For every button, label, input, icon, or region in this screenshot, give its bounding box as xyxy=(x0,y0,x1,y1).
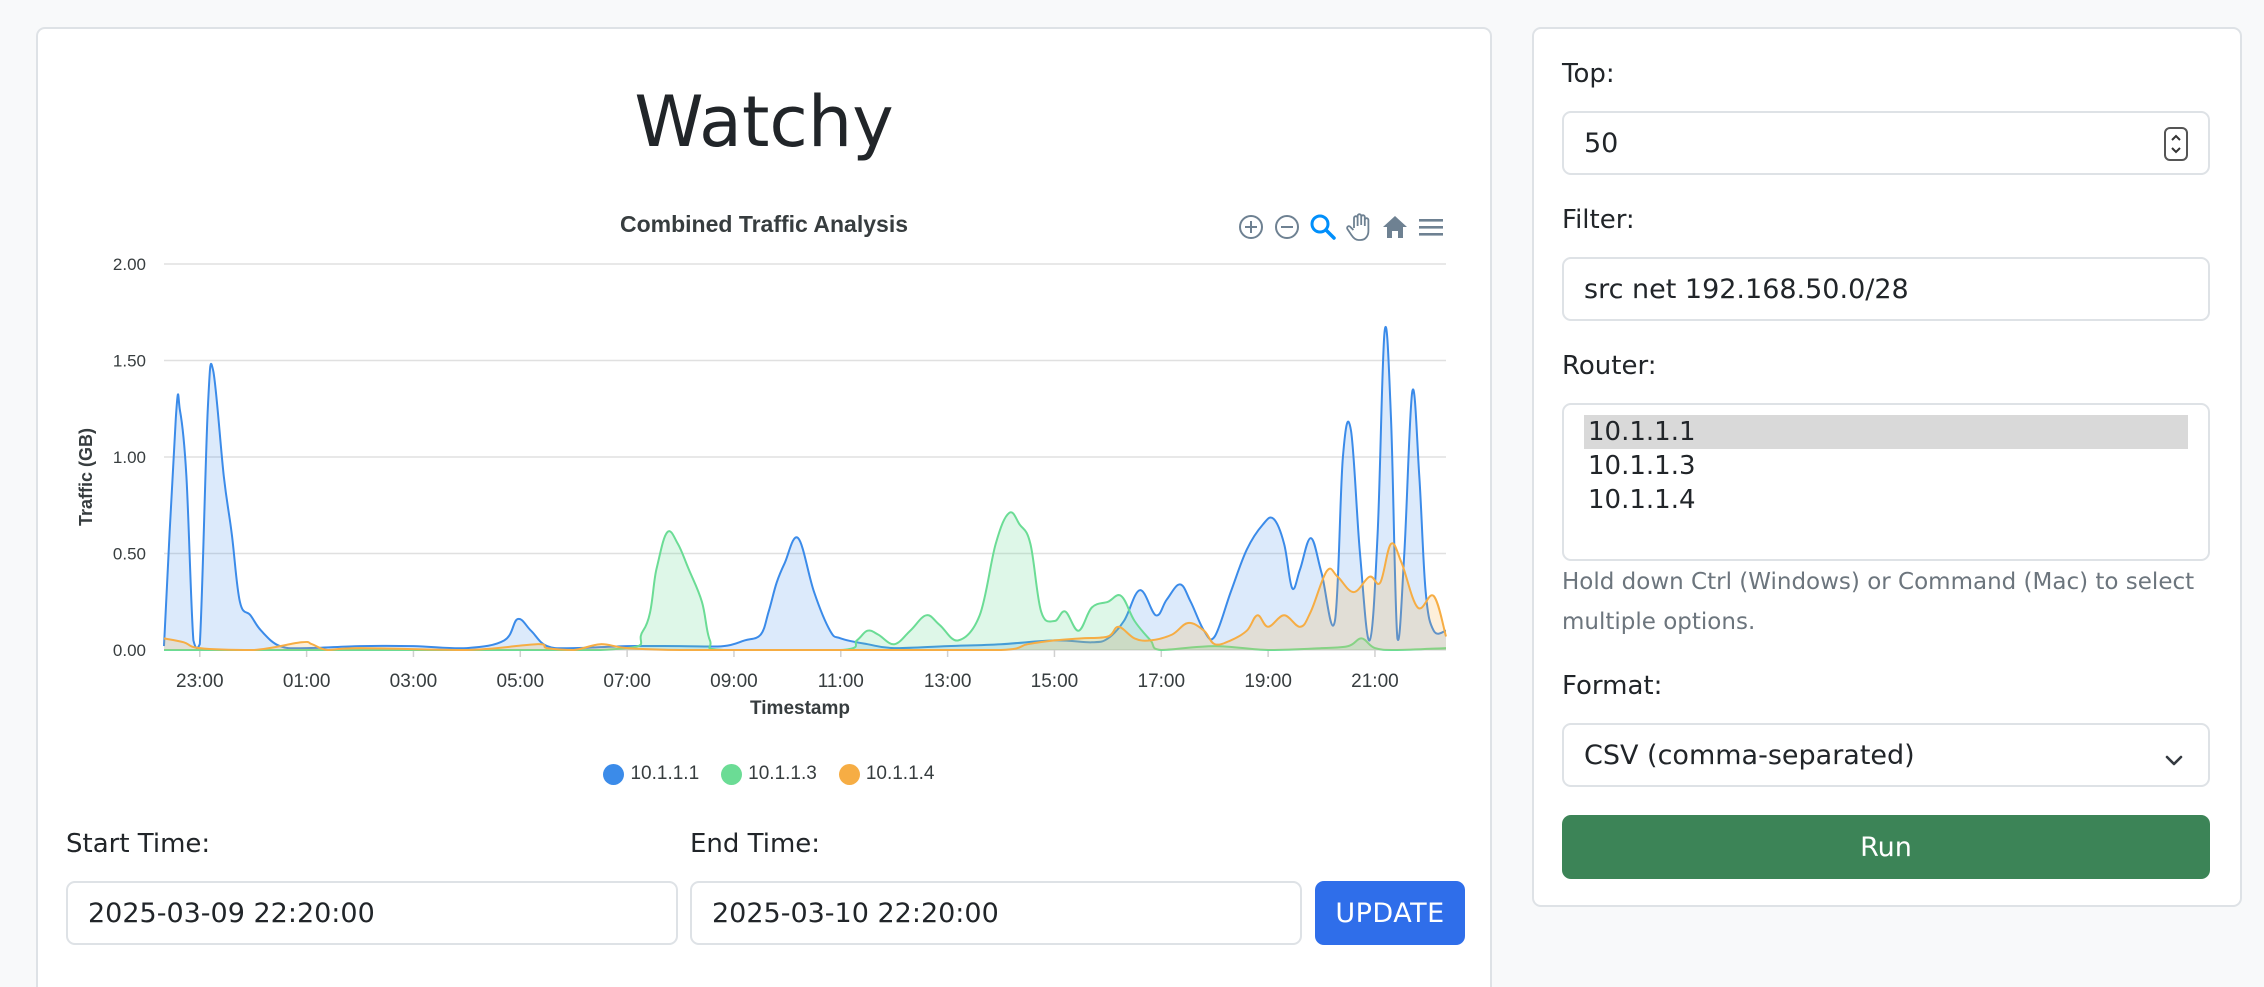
filter-input[interactable]: src net 192.168.50.0/28 xyxy=(1562,257,2210,321)
format-value: CSV (comma-separated) xyxy=(1584,739,1915,771)
y-tick-label: 1.50 xyxy=(113,352,146,371)
y-tick-label: 0.50 xyxy=(113,545,146,564)
router-option[interactable]: 10.1.1.3 xyxy=(1584,449,2188,483)
query-panel: Top: 50 Filter: src net 192.168.50.0/28 … xyxy=(1532,27,2242,907)
x-tick-label: 21:00 xyxy=(1351,671,1399,692)
top-value: 50 xyxy=(1584,127,1619,159)
run-button[interactable]: Run xyxy=(1562,815,2210,879)
format-select[interactable]: CSV (comma-separated) xyxy=(1562,723,2210,787)
start-time-label: Start Time: xyxy=(66,829,211,859)
legend-marker xyxy=(721,763,743,785)
y-tick-label: 0.00 xyxy=(113,641,146,660)
x-tick-label: 23:00 xyxy=(176,671,224,692)
legend-item[interactable]: 10.1.1.4 xyxy=(838,763,935,785)
series-area-1 xyxy=(164,326,1446,650)
traffic-chart[interactable]: 2.00 1.50 1.00 0.50 0.00 Traffic (GB) 23:00 01:… xyxy=(38,29,1490,789)
end-time-label: End Time: xyxy=(690,829,821,859)
legend-label: 10.1.1.3 xyxy=(748,763,817,784)
chevron-down-icon xyxy=(2164,746,2184,777)
legend-label: 10.1.1.4 xyxy=(865,763,935,784)
x-tick-label: 13:00 xyxy=(924,671,972,692)
filter-label: Filter: xyxy=(1562,205,1635,235)
x-tick-label: 01:00 xyxy=(283,671,331,692)
x-tick-label: 03:00 xyxy=(390,671,438,692)
y-tick-label: 2.00 xyxy=(113,255,146,274)
traffic-panel: Watchy Combined Traffic Analysis 2.00 1.5… xyxy=(36,27,1492,987)
x-tick-label: 11:00 xyxy=(818,671,864,692)
legend-item[interactable]: 10.1.1.1 xyxy=(603,763,699,785)
x-tick-label: 05:00 xyxy=(497,671,545,692)
x-tick-label: 15:00 xyxy=(1031,671,1079,692)
format-label: Format: xyxy=(1562,671,1663,701)
x-tick-label: 19:00 xyxy=(1244,671,1292,692)
y-tick-label: 1.00 xyxy=(113,448,146,467)
legend-marker xyxy=(603,763,625,785)
update-button[interactable]: UPDATE xyxy=(1315,881,1465,945)
x-tick-label: 17:00 xyxy=(1138,671,1186,692)
top-number-input[interactable]: 50 xyxy=(1562,111,2210,175)
legend-label: 10.1.1.1 xyxy=(630,763,700,784)
start-time-input[interactable]: 2025-03-09 22:20:00 xyxy=(66,881,678,945)
x-tick-label: 07:00 xyxy=(603,671,651,692)
router-label: Router: xyxy=(1562,351,1657,381)
router-option[interactable]: 10.1.1.4 xyxy=(1584,483,2188,517)
top-label: Top: xyxy=(1562,59,1615,89)
legend-item[interactable]: 10.1.1.3 xyxy=(721,763,817,785)
y-axis-label: Traffic (GB) xyxy=(76,428,96,526)
router-help-text: Hold down Ctrl (Windows) or Command (Mac… xyxy=(1562,569,2195,635)
number-spinner-icon[interactable] xyxy=(2164,127,2188,161)
router-multiselect[interactable]: 10.1.1.1 10.1.1.3 10.1.1.4 xyxy=(1562,403,2210,561)
router-option[interactable]: 10.1.1.1 xyxy=(1584,415,2188,449)
x-axis-label: Timestamp xyxy=(750,698,850,719)
chart-legend: 10.1.1.1 10.1.1.3 10.1.1.4 xyxy=(38,763,1490,785)
end-time-input[interactable]: 2025-03-10 22:20:00 xyxy=(690,881,1302,945)
x-tick-label: 09:00 xyxy=(710,671,758,692)
legend-marker xyxy=(838,763,860,785)
